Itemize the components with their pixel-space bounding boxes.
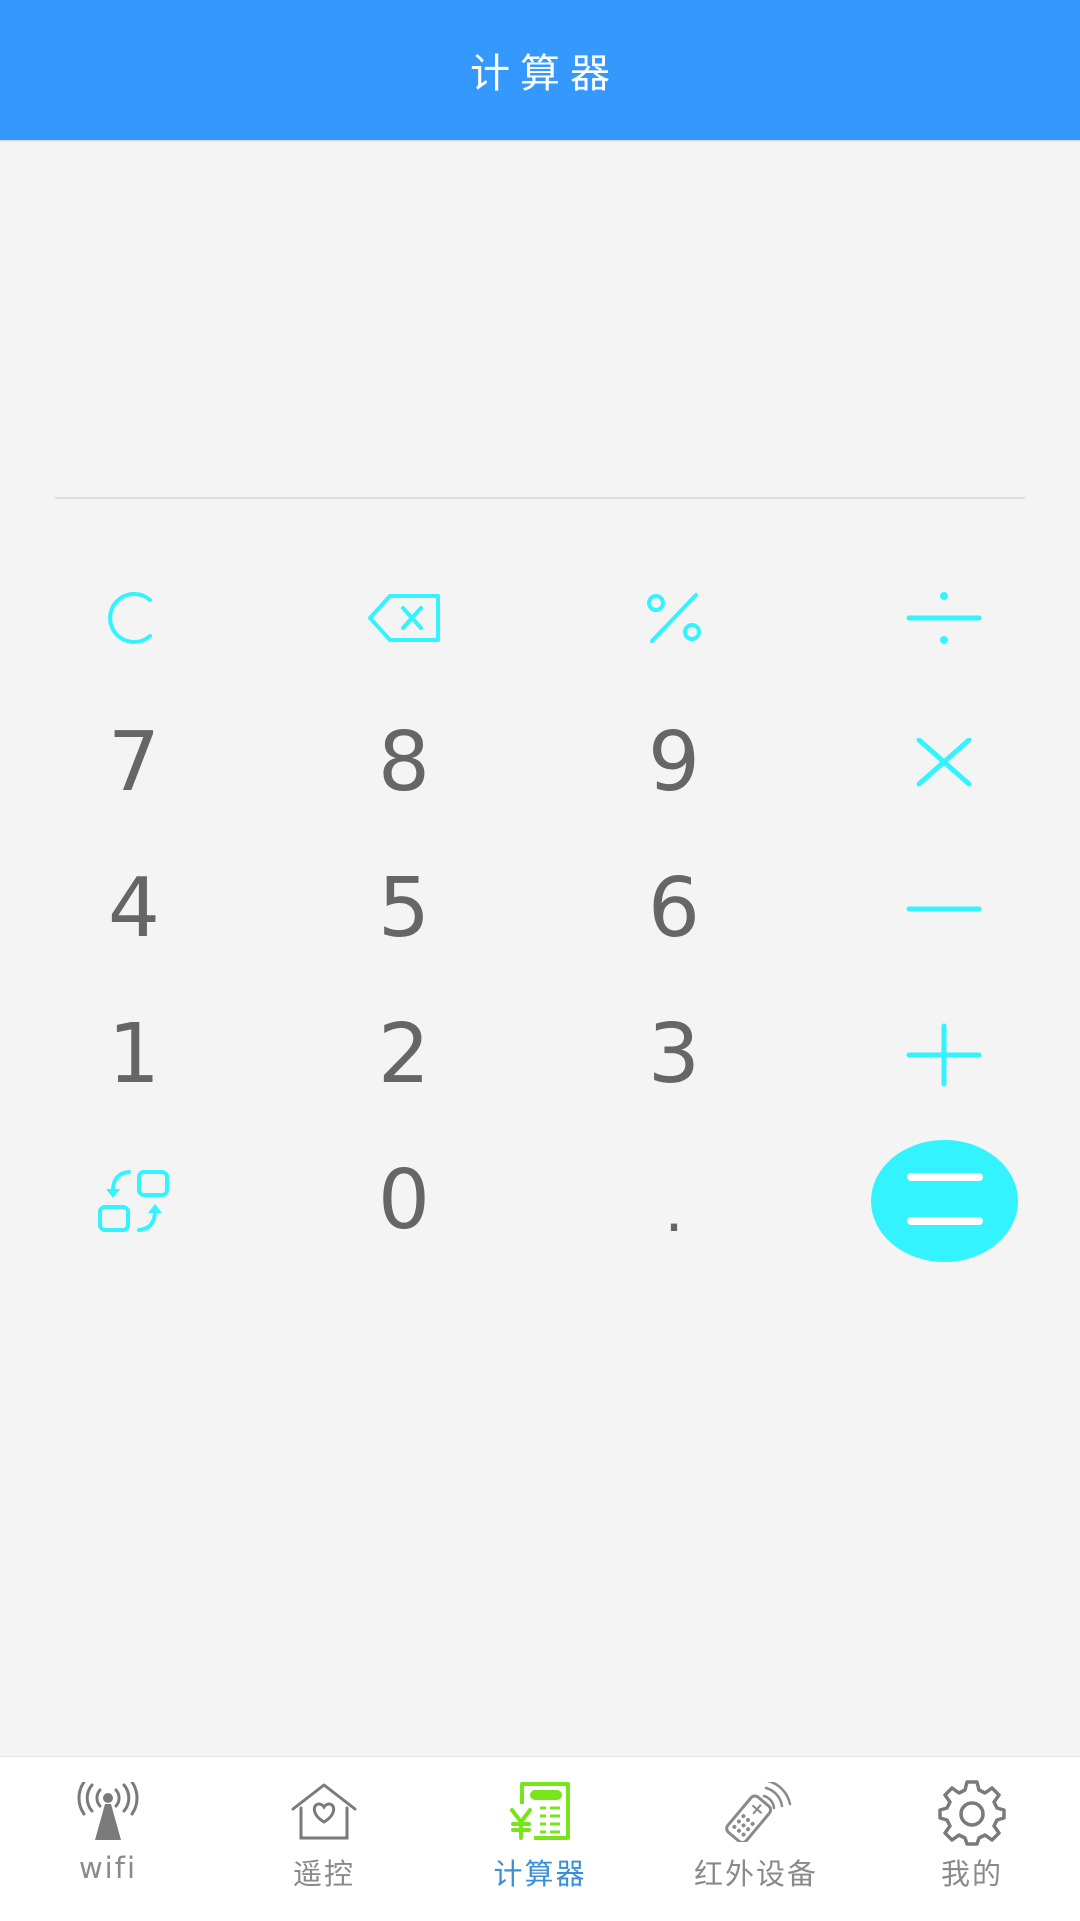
bottom-nav: wifi 遥控 计算器 红外设备 我的 (0, 1756, 1080, 1921)
decimal-point-label: . (664, 1176, 684, 1246)
digit-2-button[interactable]: 2 (304, 990, 504, 1120)
plus-icon (904, 1023, 984, 1087)
swap-button[interactable] (34, 1136, 234, 1266)
digit-label: 4 (107, 861, 161, 956)
digit-label: 1 (107, 1007, 161, 1102)
digit-6-button[interactable]: 6 (574, 844, 774, 974)
nav-label: 计算器 (493, 1857, 587, 1891)
digit-5-button[interactable]: 5 (304, 844, 504, 974)
percent-button[interactable] (574, 553, 774, 683)
nav-label: 我的 (940, 1857, 1003, 1891)
display-divider (55, 497, 1025, 499)
divide-button[interactable] (844, 553, 1044, 683)
clear-icon (104, 588, 164, 648)
equals-button[interactable] (871, 1140, 1018, 1262)
nav-item-remote[interactable]: 遥控 (216, 1757, 432, 1921)
digit-0-button[interactable]: 0 (304, 1136, 504, 1266)
digit-label: 8 (377, 715, 431, 810)
nav-item-wifi[interactable]: wifi (0, 1757, 216, 1921)
digit-4-button[interactable]: 4 (34, 844, 234, 974)
nav-label: 遥控 (292, 1857, 355, 1891)
app-header: 计算器 (0, 0, 1080, 140)
digit-label: 6 (647, 861, 701, 956)
digit-9-button[interactable]: 9 (574, 698, 774, 828)
nav-label: wifi (78, 1851, 138, 1885)
swap-icon (97, 1169, 171, 1233)
minus-icon (904, 904, 984, 914)
clear-button[interactable] (34, 553, 234, 683)
calculator-icon (500, 1779, 580, 1845)
page-title: 计算器 (470, 51, 620, 97)
nav-label: 红外设备 (693, 1857, 818, 1891)
digit-label: 0 (377, 1153, 431, 1248)
gear-icon (932, 1779, 1012, 1846)
digit-label: 2 (377, 1007, 431, 1102)
calculator-display (55, 140, 1025, 497)
add-button[interactable] (844, 990, 1044, 1120)
digit-label: 5 (377, 861, 431, 956)
backspace-icon (366, 593, 442, 643)
backspace-button[interactable] (304, 553, 504, 683)
digit-1-button[interactable]: 1 (34, 990, 234, 1120)
digit-7-button[interactable]: 7 (34, 698, 234, 828)
digit-label: 7 (107, 715, 161, 810)
home-heart-icon (284, 1779, 364, 1845)
remote-control-icon (716, 1779, 796, 1845)
wifi-tower-icon (68, 1779, 148, 1845)
nav-item-mine[interactable]: 我的 (864, 1757, 1080, 1921)
percent-icon (644, 592, 704, 644)
digit-label: 9 (647, 715, 701, 810)
decimal-point-button[interactable]: . (574, 1136, 774, 1266)
equals-icon (905, 1169, 985, 1233)
nav-item-infrared-devices[interactable]: 红外设备 (648, 1757, 864, 1921)
nav-item-calculator[interactable]: 计算器 (432, 1757, 648, 1921)
divide-icon (904, 588, 984, 648)
digit-label: 3 (647, 1007, 701, 1102)
subtract-button[interactable] (844, 844, 1044, 974)
multiply-button[interactable] (844, 698, 1044, 828)
digit-3-button[interactable]: 3 (574, 990, 774, 1120)
digit-8-button[interactable]: 8 (304, 698, 504, 828)
multiply-icon (914, 738, 974, 788)
